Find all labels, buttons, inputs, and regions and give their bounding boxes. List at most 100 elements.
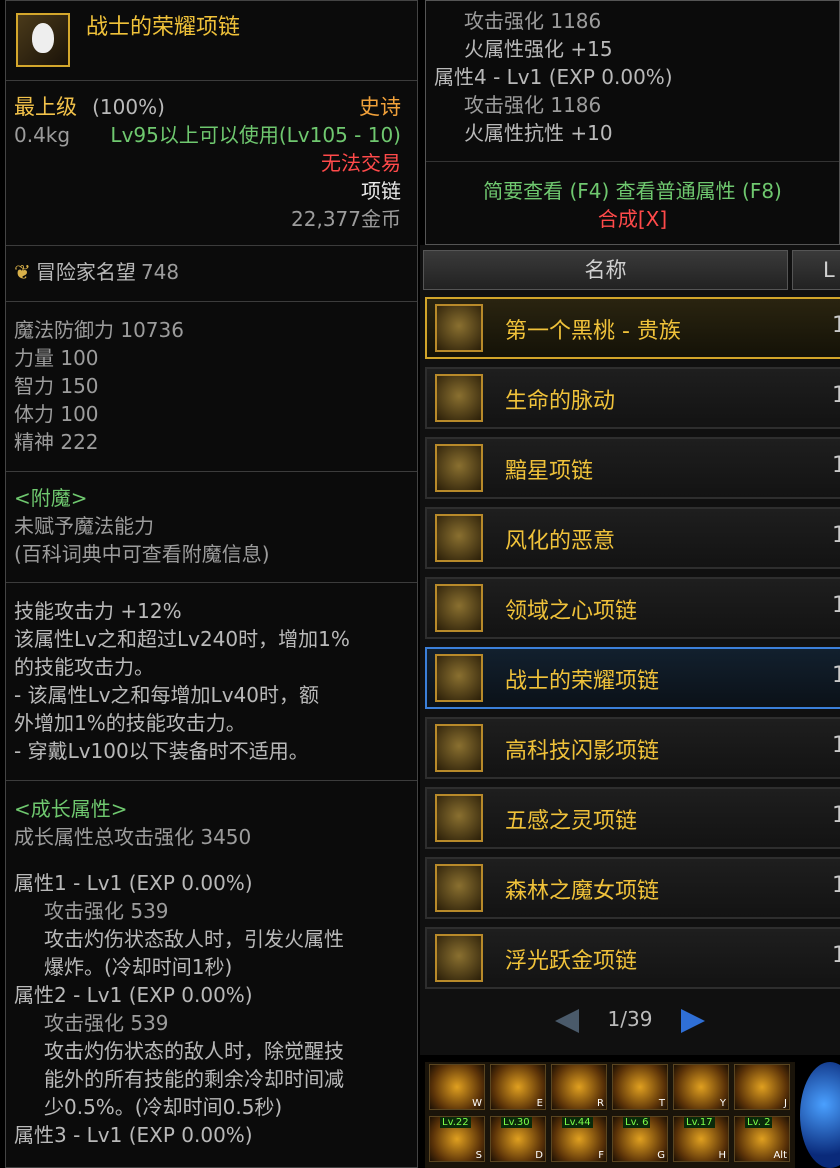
- enchant-title: <附魔>: [14, 486, 88, 510]
- list-item-name: 浮光跃金项链: [505, 949, 638, 974]
- skill-slot[interactable]: Lv.44 F: [551, 1116, 607, 1162]
- skill-key: J: [784, 1098, 787, 1109]
- skill-slot[interactable]: T: [612, 1064, 668, 1110]
- skill-level: Lv. 2: [745, 1117, 773, 1128]
- skill-line: 的技能攻击力。: [14, 655, 154, 679]
- list-item[interactable]: 黯星项链 1: [425, 437, 840, 499]
- next-page-arrow-icon[interactable]: [680, 1008, 705, 1033]
- skill-level: Lv.22: [440, 1117, 471, 1128]
- necklace-icon: [435, 304, 483, 352]
- item-price: 22,377金币: [291, 207, 401, 231]
- skill-key: D: [535, 1150, 543, 1161]
- skill-key: Alt: [773, 1150, 787, 1161]
- attr3-title: 属性3 - Lv1 (EXP 0.00%): [14, 1123, 253, 1147]
- item-list: 名称 L 第一个黑桃 - 贵族 1 生命的脉动 1 黯星项链 1 风化的恶意 1…: [420, 245, 840, 1055]
- skill-level: Lv.30: [501, 1117, 532, 1128]
- skill-bar: W E R T Y J Lv.22 S Lv.30 D Lv.44 F Lv. 6G …: [425, 1062, 795, 1168]
- list-item[interactable]: 五感之灵项链 1: [425, 787, 840, 849]
- stat-line: 精神 222: [14, 430, 99, 454]
- necklace-icon: [435, 864, 483, 912]
- enchant-line: (百科词典中可查看附魔信息): [14, 542, 270, 566]
- skill-line: - 穿戴Lv100以下装备时不适用。: [14, 739, 309, 763]
- page-indicator: 1/39: [607, 1007, 653, 1031]
- attr2-line: 攻击强化 539: [44, 1011, 169, 1035]
- necklace-icon: [16, 13, 70, 67]
- skill-line: 技能攻击力 +12%: [14, 599, 182, 623]
- fame-label: 冒险家名望: [35, 260, 136, 284]
- skill-level: Lv.17: [684, 1117, 715, 1128]
- fame-value: 748: [140, 260, 180, 284]
- view-shortcuts-link[interactable]: 简要查看 (F4) 查看普通属性 (F8): [426, 177, 839, 205]
- list-item-level: 1: [832, 523, 840, 548]
- skill-key: R: [597, 1098, 604, 1109]
- skill-key: Y: [719, 1098, 726, 1109]
- list-item[interactable]: 生命的脉动 1: [425, 367, 840, 429]
- skill-slot[interactable]: Lv. 2 Alt: [734, 1116, 790, 1162]
- list-item-level: 1: [832, 453, 840, 478]
- necklace-icon: [435, 444, 483, 492]
- list-item-level: 1: [832, 873, 840, 898]
- skill-slot[interactable]: J: [734, 1064, 790, 1110]
- stat-line: 智力 150: [14, 374, 99, 398]
- stat-line: 力量 100: [14, 346, 99, 370]
- stat-line: 体力 100: [14, 402, 99, 426]
- list-item[interactable]: 领域之心项链 1: [425, 577, 840, 639]
- list-item-level: 1: [832, 313, 840, 338]
- list-item-name: 战士的荣耀项链: [505, 669, 660, 694]
- list-item[interactable]: 风化的恶意 1: [425, 507, 840, 569]
- skill-key: W: [472, 1098, 482, 1109]
- list-item-name: 第一个黑桃 - 贵族: [505, 319, 681, 344]
- skill-slot[interactable]: Y: [673, 1064, 729, 1110]
- list-item-level: 1: [832, 593, 840, 618]
- list-item[interactable]: 战士的荣耀项链 1: [425, 647, 840, 709]
- skill-slot[interactable]: Lv.22 S: [429, 1116, 485, 1162]
- attr2-line: 少0.5%。(冷却时间0.5秒): [44, 1095, 283, 1119]
- list-item[interactable]: 第一个黑桃 - 贵族 1: [425, 297, 840, 359]
- list-item[interactable]: 高科技闪影项链 1: [425, 717, 840, 779]
- necklace-icon: [435, 934, 483, 982]
- item-name: 战士的荣耀项链: [86, 15, 241, 40]
- skill-line: 该属性Lv之和超过Lv240时，增加1%: [14, 627, 350, 651]
- attr2-line: 攻击灼伤状态的敌人时，除觉醒技: [44, 1039, 344, 1063]
- laurel-icon: ❦: [14, 260, 31, 284]
- skill-slot[interactable]: W: [429, 1064, 485, 1110]
- list-item-level: 1: [832, 943, 840, 968]
- stats-section: 魔法防御力 10736 力量 100 智力 150 体力 100 精神 222: [6, 302, 417, 472]
- skill-line: 外增加1%的技能攻击力。: [14, 711, 246, 735]
- pagination: 1/39: [420, 1007, 840, 1033]
- weight: 0.4kg: [14, 123, 71, 147]
- list-item-name: 生命的脉动: [505, 389, 616, 414]
- skill-level: Lv.44: [562, 1117, 593, 1128]
- skill-slot[interactable]: E: [490, 1064, 546, 1110]
- growth-total: 成长属性总攻击强化 3450: [14, 825, 252, 849]
- list-item-name: 黯星项链: [505, 459, 594, 484]
- list-item[interactable]: 浮光跃金项链 1: [425, 927, 840, 989]
- column-header-name[interactable]: 名称: [423, 250, 788, 290]
- level-requirement: Lv95以上可以使用(Lv105 - 10): [110, 123, 401, 147]
- attr1-line: 攻击灼伤状态敌人时，引发火属性: [44, 927, 344, 951]
- skill-line: - 该属性Lv之和每增加Lv40时，额: [14, 683, 319, 707]
- synthesize-button[interactable]: 合成[X]: [426, 205, 839, 233]
- column-header-level[interactable]: L: [792, 250, 840, 290]
- attr1-title: 属性1 - Lv1 (EXP 0.00%): [14, 871, 253, 895]
- grade: 最上级: [14, 95, 77, 119]
- item-tooltip: 战士的荣耀项链 最上级 (100%) 史诗 0.4kg Lv95以上可以使用(L…: [5, 0, 418, 1168]
- list-item-level: 1: [832, 383, 840, 408]
- enchant-line: 未赋予魔法能力: [14, 514, 154, 538]
- growth-title: <成长属性>: [14, 797, 128, 821]
- list-item-name: 领域之心项链: [505, 599, 638, 624]
- list-item[interactable]: 森林之魔女项链 1: [425, 857, 840, 919]
- mp-orb-icon: [800, 1062, 840, 1168]
- stat-line: 魔法防御力 10736: [14, 318, 184, 342]
- skill-level: Lv. 6: [623, 1117, 651, 1128]
- skill-slot[interactable]: R: [551, 1064, 607, 1110]
- skill-slot[interactable]: Lv.30 D: [490, 1116, 546, 1162]
- skill-slot[interactable]: Lv. 6 G: [612, 1116, 668, 1162]
- skill-slot[interactable]: Lv.17 H: [673, 1116, 729, 1162]
- list-item-name: 高科技闪影项链: [505, 739, 660, 764]
- skill-section: 技能攻击力 +12% 该属性Lv之和超过Lv240时，增加1% 的技能攻击力。 …: [6, 583, 417, 781]
- list-item-name: 五感之灵项链: [505, 809, 638, 834]
- fame-section: ❦ 冒险家名望 748: [6, 246, 417, 302]
- skill-key: E: [536, 1098, 543, 1109]
- prev-page-arrow-icon[interactable]: [555, 1008, 580, 1033]
